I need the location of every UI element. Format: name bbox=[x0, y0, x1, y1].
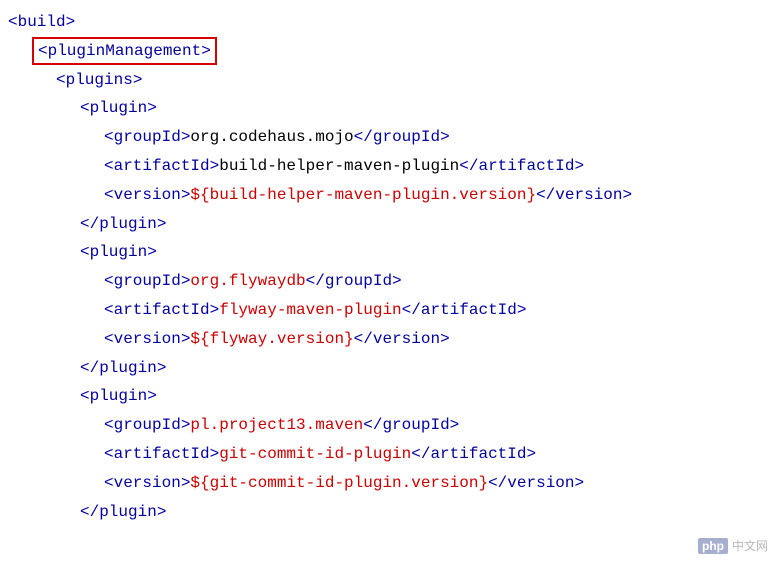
version-close-tag: </version> bbox=[536, 186, 632, 204]
artifactid-open-tag: <artifactId> bbox=[104, 445, 219, 463]
version-open-tag: <version> bbox=[104, 186, 190, 204]
artifactid-value: flyway-maven-plugin bbox=[219, 301, 401, 319]
artifactid-close-tag: </artifactId> bbox=[411, 445, 536, 463]
groupid-value: org.flywaydb bbox=[190, 272, 305, 290]
artifactid-close-tag: </artifactId> bbox=[459, 157, 584, 175]
plugin-open-tag: <plugin> bbox=[80, 99, 157, 117]
groupid-close-tag: </groupId> bbox=[363, 416, 459, 434]
version-value: ${git-commit-id-plugin.version} bbox=[190, 474, 488, 492]
plugins-open-tag: <plugins> bbox=[56, 71, 142, 89]
version-value: ${build-helper-maven-plugin.version} bbox=[190, 186, 536, 204]
plugin-open-tag: <plugin> bbox=[80, 387, 157, 405]
groupid-close-tag: </groupId> bbox=[306, 272, 402, 290]
build-open-tag: <build> bbox=[8, 13, 75, 31]
artifactid-close-tag: </artifactId> bbox=[402, 301, 527, 319]
groupid-open-tag: <groupId> bbox=[104, 128, 190, 146]
artifactid-value: git-commit-id-plugin bbox=[219, 445, 411, 463]
watermark: php 中文网 bbox=[698, 536, 768, 558]
version-value: ${flyway.version} bbox=[190, 330, 353, 348]
plugin-close-tag: </plugin> bbox=[80, 503, 166, 521]
groupid-close-tag: </groupId> bbox=[354, 128, 450, 146]
watermark-text: 中文网 bbox=[732, 539, 768, 553]
groupid-value: pl.project13.maven bbox=[190, 416, 363, 434]
artifactid-open-tag: <artifactId> bbox=[104, 157, 219, 175]
plugin-management-open-tag: <pluginManagement> bbox=[38, 42, 211, 60]
version-close-tag: </version> bbox=[354, 330, 450, 348]
groupid-open-tag: <groupId> bbox=[104, 416, 190, 434]
groupid-open-tag: <groupId> bbox=[104, 272, 190, 290]
plugin-open-tag: <plugin> bbox=[80, 243, 157, 261]
artifactid-value: build-helper-maven-plugin bbox=[219, 157, 459, 175]
version-open-tag: <version> bbox=[104, 474, 190, 492]
artifactid-open-tag: <artifactId> bbox=[104, 301, 219, 319]
plugin-close-tag: </plugin> bbox=[80, 359, 166, 377]
version-open-tag: <version> bbox=[104, 330, 190, 348]
plugin-close-tag: </plugin> bbox=[80, 215, 166, 233]
plugin-management-highlight: <pluginManagement> bbox=[32, 37, 217, 65]
version-close-tag: </version> bbox=[488, 474, 584, 492]
groupid-value: org.codehaus.mojo bbox=[190, 128, 353, 146]
watermark-brand: php bbox=[698, 538, 728, 554]
